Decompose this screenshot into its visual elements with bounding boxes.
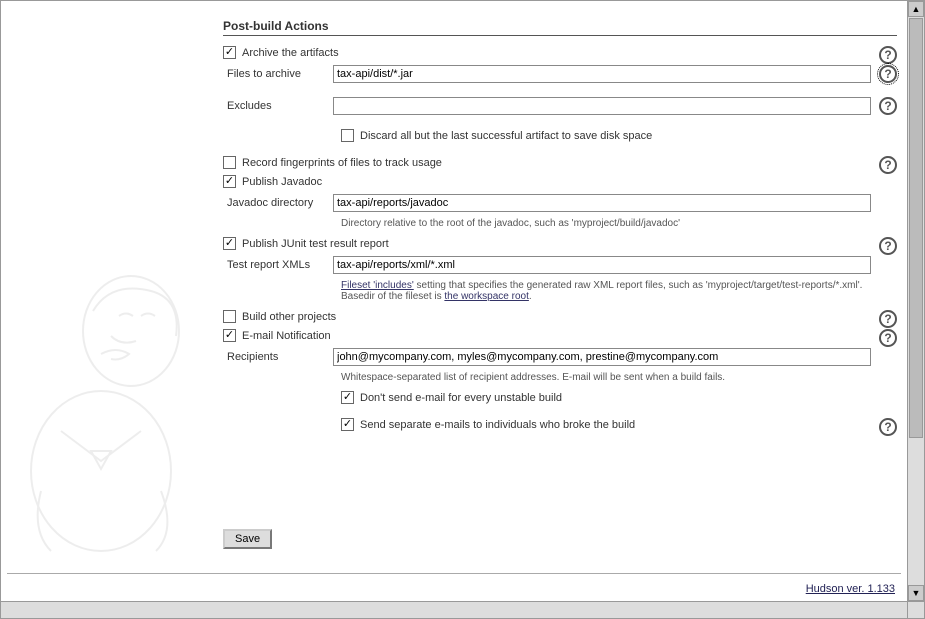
- help-icon[interactable]: ?: [879, 329, 897, 347]
- help-icon[interactable]: ?: [879, 46, 897, 64]
- fingerprint-label: Record fingerprints of files to track us…: [242, 157, 442, 169]
- javadoc-label: Publish Javadoc: [242, 176, 322, 188]
- unstable-label: Don't send e-mail for every unstable bui…: [360, 392, 562, 404]
- recipients-input[interactable]: [333, 348, 871, 366]
- build-other-checkbox[interactable]: [223, 310, 236, 323]
- individuals-label: Send separate e-mails to individuals who…: [360, 419, 635, 431]
- javadoc-dir-row: Javadoc directory: [223, 194, 897, 212]
- excludes-row: Excludes ?: [223, 97, 897, 115]
- junit-row: Publish JUnit test result report ?: [223, 237, 897, 250]
- butler-illustration: [1, 241, 221, 561]
- email-row: E-mail Notification ?: [223, 329, 897, 342]
- javadoc-row: Publish Javadoc: [223, 175, 897, 188]
- junit-xml-label: Test report XMLs: [223, 259, 333, 271]
- javadoc-hint: Directory relative to the root of the ja…: [341, 218, 871, 229]
- files-to-archive-row: Files to archive ?: [223, 65, 897, 83]
- footer-divider: [7, 573, 901, 574]
- app-window: Post-build Actions Archive the artifacts…: [0, 0, 925, 619]
- help-icon[interactable]: ?: [879, 310, 897, 328]
- help-icon[interactable]: ?: [879, 237, 897, 255]
- email-checkbox[interactable]: [223, 329, 236, 342]
- post-build-section: Post-build Actions Archive the artifacts…: [223, 19, 897, 437]
- fingerprint-row: Record fingerprints of files to track us…: [223, 156, 897, 169]
- javadoc-checkbox[interactable]: [223, 175, 236, 188]
- help-icon[interactable]: ?: [879, 97, 897, 115]
- junit-hint: Fileset 'includes' setting that specifie…: [341, 280, 871, 302]
- unstable-row: Don't send e-mail for every unstable bui…: [341, 391, 897, 404]
- excludes-label: Excludes: [223, 100, 333, 112]
- junit-xml-input[interactable]: [333, 256, 871, 274]
- files-to-archive-label: Files to archive: [223, 68, 333, 80]
- archive-row: Archive the artifacts ?: [223, 46, 897, 59]
- discard-label: Discard all but the last successful arti…: [360, 130, 652, 142]
- unstable-checkbox[interactable]: [341, 391, 354, 404]
- vertical-scrollbar[interactable]: ▲ ▼: [907, 1, 924, 601]
- junit-label: Publish JUnit test result report: [242, 238, 389, 250]
- junit-xml-row: Test report XMLs: [223, 256, 897, 274]
- build-other-row: Build other projects ?: [223, 310, 897, 323]
- scrollbar-corner: [907, 601, 924, 618]
- scroll-down-arrow-icon[interactable]: ▼: [908, 585, 924, 601]
- archive-label: Archive the artifacts: [242, 47, 339, 59]
- help-icon[interactable]: ?: [879, 418, 897, 436]
- individuals-checkbox[interactable]: [341, 418, 354, 431]
- fileset-includes-link[interactable]: Fileset 'includes': [341, 280, 414, 291]
- email-label: E-mail Notification: [242, 330, 331, 342]
- individuals-row: Send separate e-mails to individuals who…: [341, 418, 897, 431]
- help-icon[interactable]: ?: [879, 65, 897, 83]
- horizontal-scrollbar[interactable]: [1, 601, 907, 618]
- scroll-up-arrow-icon[interactable]: ▲: [908, 1, 924, 17]
- recipients-hint: Whitespace-separated list of recipient a…: [341, 372, 871, 383]
- hudson-version-link[interactable]: Hudson ver. 1.133: [806, 583, 895, 595]
- javadoc-dir-label: Javadoc directory: [223, 197, 333, 209]
- recipients-row: Recipients: [223, 348, 897, 366]
- save-area: Save: [223, 529, 272, 549]
- workspace-root-link[interactable]: the workspace root: [444, 291, 529, 302]
- build-other-label: Build other projects: [242, 311, 336, 323]
- content-area: Post-build Actions Archive the artifacts…: [1, 1, 907, 601]
- archive-checkbox[interactable]: [223, 46, 236, 59]
- recipients-label: Recipients: [223, 351, 333, 363]
- files-to-archive-input[interactable]: [333, 65, 871, 83]
- excludes-input[interactable]: [333, 97, 871, 115]
- fingerprint-checkbox[interactable]: [223, 156, 236, 169]
- help-icon[interactable]: ?: [879, 156, 897, 174]
- save-button[interactable]: Save: [223, 529, 272, 549]
- discard-checkbox[interactable]: [341, 129, 354, 142]
- javadoc-dir-input[interactable]: [333, 194, 871, 212]
- discard-row: Discard all but the last successful arti…: [341, 129, 897, 142]
- section-title: Post-build Actions: [223, 19, 897, 36]
- scroll-thumb[interactable]: [909, 18, 923, 438]
- junit-checkbox[interactable]: [223, 237, 236, 250]
